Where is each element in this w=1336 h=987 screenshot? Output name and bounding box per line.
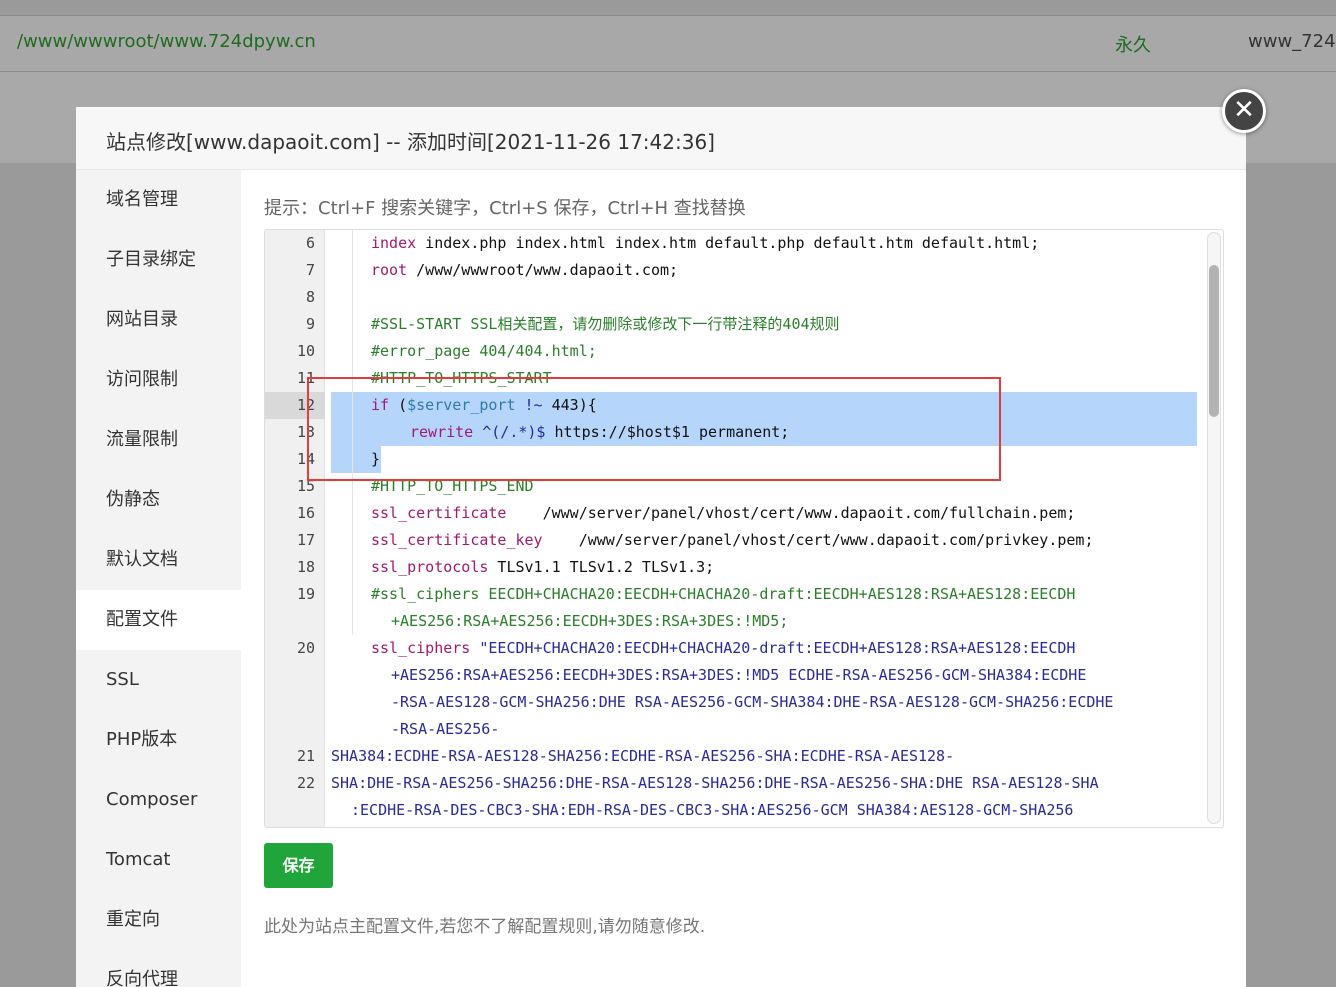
code-line-22-wrap: :ECDHE-RSA-DES-CBC3-SHA:EDH-RSA-DES-CBC3…: [351, 801, 1074, 819]
sidebar-item-php-version[interactable]: PHP版本: [76, 710, 241, 770]
line-number: 20: [296, 639, 315, 657]
close-icon[interactable]: ✕: [1222, 89, 1266, 133]
code-line-16: ssl_certificate /www/server/panel/vhost/…: [371, 504, 1076, 522]
code-line-10: #error_page 404/404.html;: [371, 342, 597, 360]
line-number: 16: [296, 504, 315, 522]
background-site-expiry: 永久: [1115, 35, 1151, 56]
line-number: 9: [305, 315, 315, 333]
line-number: 22: [296, 774, 315, 792]
annotation-red-box: [307, 377, 1001, 481]
modal-title: 站点修改[www.dapaoit.com] -- 添加时间[2021-11-26…: [106, 130, 715, 154]
code-content: index index.php index.html index.htm def…: [325, 230, 1205, 827]
code-line-22: SHA:DHE-RSA-AES256-SHA256:DHE-RSA-AES128…: [331, 774, 1099, 792]
code-line-6: index index.php index.html index.htm def…: [371, 234, 1040, 252]
code-line-21: SHA384:ECDHE-RSA-AES128-SHA256:ECDHE-RSA…: [331, 747, 955, 765]
config-warning-note: 此处为站点主配置文件,若您不了解配置规则,请勿随意修改.: [264, 917, 706, 937]
modal-header: 站点修改[www.dapaoit.com] -- 添加时间[2021-11-26…: [76, 107, 1246, 170]
code-line-18: ssl_protocols TLSv1.1 TLSv1.2 TLSv1.3;: [371, 558, 715, 576]
config-code-editor[interactable]: 6 7 8 9 10 11 12 13 14 15 16 17 18 19 20…: [264, 229, 1224, 828]
sidebar-item-reverse-proxy[interactable]: 反向代理: [76, 950, 241, 987]
editor-tip: 提示：Ctrl+F 搜索关键字，Ctrl+S 保存，Ctrl+H 查找替换: [264, 198, 746, 219]
code-line-19-wrap: +AES256:RSA+AES256:EECDH+3DES:RSA+3DES:!…: [391, 612, 789, 630]
sidebar-item-subdir-binding[interactable]: 子目录绑定: [76, 230, 241, 290]
code-line-17: ssl_certificate_key /www/server/panel/vh…: [371, 531, 1094, 549]
sidebar-item-default-doc[interactable]: 默认文档: [76, 530, 241, 590]
line-number: 21: [296, 747, 315, 765]
sidebar-item-site-directory[interactable]: 网站目录: [76, 290, 241, 350]
sidebar-item-config-file[interactable]: 配置文件: [76, 590, 241, 650]
code-line-9: #SSL-START SSL相关配置，请勿删除或修改下一行带注释的404规则: [371, 315, 840, 333]
code-line-20-wrap: -RSA-AES256-: [391, 720, 500, 738]
sidebar-item-ssl[interactable]: SSL: [76, 650, 241, 710]
modal-sidebar: 域名管理 子目录绑定 网站目录 访问限制 流量限制 伪静态 默认文档 配置文件 …: [76, 170, 241, 987]
line-number: 19: [296, 585, 315, 603]
line-number: 17: [296, 531, 315, 549]
line-number: 6: [305, 234, 315, 252]
editor-scrollbar[interactable]: [1207, 232, 1221, 824]
line-number: 7: [305, 261, 315, 279]
sidebar-item-tomcat[interactable]: Tomcat: [76, 830, 241, 890]
code-line-20-wrap: +AES256:RSA+AES256:EECDH+3DES:RSA+3DES:!…: [391, 666, 1087, 684]
sidebar-item-composer[interactable]: Composer: [76, 770, 241, 830]
line-number-gutter: 6 7 8 9 10 11 12 13 14 15 16 17 18 19 20…: [265, 230, 325, 827]
sidebar-item-traffic-limit[interactable]: 流量限制: [76, 410, 241, 470]
sidebar-item-rewrite[interactable]: 伪静态: [76, 470, 241, 530]
line-number: 18: [296, 558, 315, 576]
line-number: 8: [305, 288, 315, 306]
sidebar-item-access-limit[interactable]: 访问限制: [76, 350, 241, 410]
code-line-19: #ssl_ciphers EECDH+CHACHA20:EECDH+CHACHA…: [371, 585, 1076, 603]
code-line-20-wrap: -RSA-AES128-GCM-SHA256:DHE RSA-AES256-GC…: [391, 693, 1114, 711]
scrollbar-thumb[interactable]: [1209, 265, 1219, 417]
save-button[interactable]: 保存: [264, 843, 333, 888]
code-line-7: root /www/wwwroot/www.dapaoit.com;: [371, 261, 679, 279]
sidebar-item-redirect[interactable]: 重定向: [76, 890, 241, 950]
sidebar-item-domain[interactable]: 域名管理: [76, 170, 241, 230]
code-line-20: ssl_ciphers "EECDH+CHACHA20:EECDH+CHACHA…: [371, 639, 1076, 657]
background-site-name: www_724c: [1248, 31, 1336, 52]
line-number: 10: [296, 342, 315, 360]
background-site-path: /www/wwwroot/www.724dpyw.cn: [17, 31, 316, 52]
